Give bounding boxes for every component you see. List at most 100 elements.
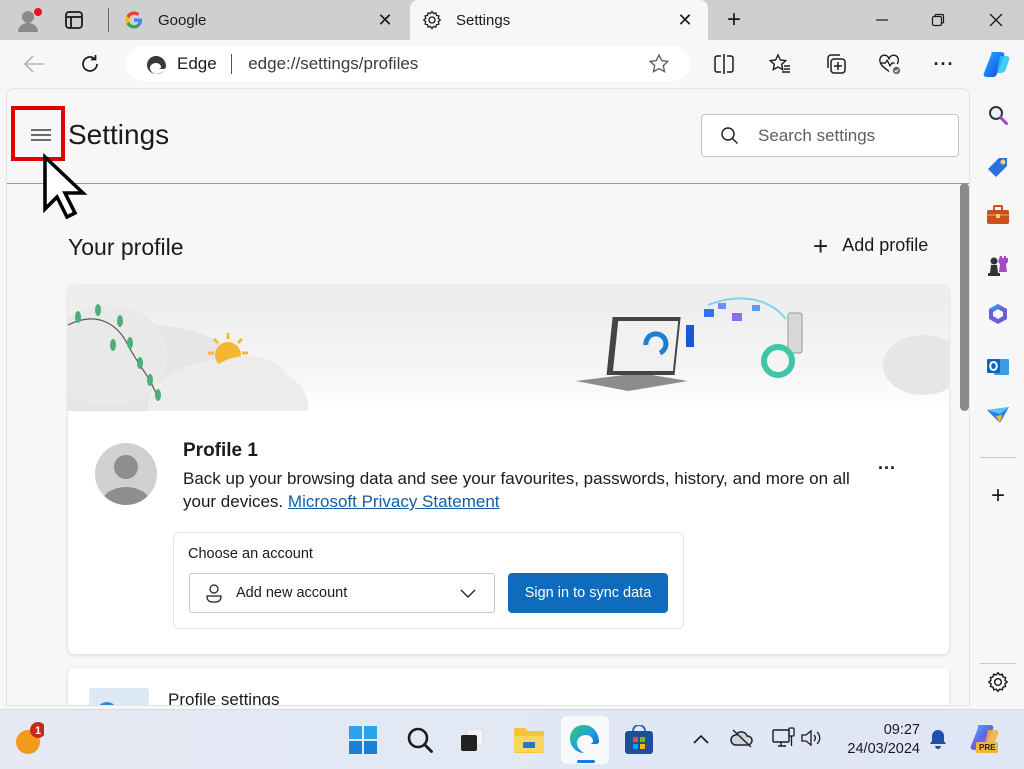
person-outline-icon bbox=[206, 584, 222, 603]
profile-settings-title: Profile settings bbox=[168, 690, 280, 706]
sidebar-shopping-button[interactable] bbox=[986, 154, 1010, 178]
sidebar-drop-button[interactable] bbox=[986, 403, 1010, 427]
restore-button[interactable] bbox=[926, 8, 950, 32]
clock-time: 09:27 bbox=[883, 722, 920, 738]
file-explorer-button[interactable] bbox=[513, 724, 545, 756]
add-profile-button[interactable]: + Add profile bbox=[813, 230, 929, 261]
start-button[interactable] bbox=[347, 724, 379, 756]
tab-actions-icon bbox=[65, 11, 83, 29]
close-window-button[interactable] bbox=[984, 8, 1008, 32]
heart-pulse-icon bbox=[879, 54, 901, 75]
sidebar-settings-button[interactable] bbox=[986, 670, 1010, 694]
profile-avatar bbox=[95, 443, 157, 505]
clock[interactable]: 09:27 24/03/2024 bbox=[836, 721, 920, 759]
minimize-button[interactable] bbox=[870, 8, 894, 32]
taskbar-search-button[interactable] bbox=[404, 724, 436, 756]
section-title: Your profile bbox=[68, 234, 184, 260]
privacy-statement-link[interactable]: Microsoft Privacy Statement bbox=[288, 492, 500, 511]
close-tab-icon[interactable]: ✕ bbox=[676, 11, 694, 29]
sidebar-microsoft365-button[interactable] bbox=[986, 302, 1010, 326]
sidebar-search-button[interactable] bbox=[986, 103, 1010, 127]
minimize-icon bbox=[876, 19, 888, 21]
collections-icon bbox=[827, 54, 846, 74]
magnifier-icon bbox=[989, 106, 1008, 125]
more-menu-button[interactable]: ··· bbox=[932, 52, 956, 76]
address-bar[interactable]: Edge edge://settings/profiles bbox=[126, 46, 690, 81]
back-button[interactable] bbox=[22, 52, 46, 76]
new-tab-button[interactable]: + bbox=[722, 6, 746, 33]
onedrive-button[interactable] bbox=[730, 728, 754, 753]
weather-widget[interactable]: 1 bbox=[12, 722, 44, 754]
profile-card: Profile 1 Back up your browsing data and… bbox=[68, 285, 949, 654]
outlook-icon bbox=[987, 359, 1009, 375]
browser-essentials-button[interactable] bbox=[878, 52, 902, 76]
ethernet-icon bbox=[772, 727, 795, 747]
google-icon bbox=[124, 10, 144, 30]
close-icon bbox=[989, 13, 1003, 27]
collections-button[interactable] bbox=[824, 52, 848, 76]
profile-more-button[interactable]: ... bbox=[878, 453, 896, 474]
sign-in-sync-button[interactable]: Sign in to sync data bbox=[508, 573, 668, 613]
banner-illustration bbox=[68, 297, 949, 465]
search-icon bbox=[407, 727, 433, 753]
folder-icon bbox=[514, 728, 544, 753]
notifications-button[interactable] bbox=[928, 728, 948, 755]
settings-page: Settings Search settings Your profile + … bbox=[6, 88, 970, 706]
sidebar-games-button[interactable] bbox=[986, 253, 1010, 277]
profile-settings-card[interactable]: Profile settings bbox=[68, 668, 949, 706]
chevron-up-icon bbox=[693, 734, 709, 744]
tab-title: Google bbox=[158, 11, 207, 29]
bell-icon bbox=[930, 730, 946, 749]
scrollbar-thumb[interactable] bbox=[960, 183, 969, 411]
edge-logo-icon bbox=[570, 725, 599, 753]
tab-google[interactable]: Google ✕ bbox=[112, 0, 408, 40]
plus-icon: + bbox=[813, 230, 829, 261]
speaker-icon bbox=[801, 729, 821, 747]
choose-account-panel: Choose an account Add new account Sign i… bbox=[173, 532, 684, 629]
drop-paper-plane-icon bbox=[987, 407, 1009, 423]
add-profile-label: Add profile bbox=[842, 235, 929, 255]
store-button[interactable] bbox=[623, 724, 655, 756]
toolbox-icon bbox=[987, 205, 1009, 224]
sidebar-add-button[interactable]: + bbox=[986, 482, 1010, 509]
close-tab-icon[interactable]: ✕ bbox=[376, 11, 394, 29]
title-bar: Google ✕ Settings ✕ + bbox=[0, 0, 1024, 40]
refresh-button[interactable] bbox=[78, 52, 102, 76]
back-arrow-icon bbox=[23, 55, 44, 73]
volume-button[interactable] bbox=[800, 728, 824, 753]
person-icon bbox=[102, 455, 150, 505]
address-divider bbox=[230, 53, 233, 74]
onedrive-offline-icon bbox=[730, 729, 753, 748]
network-button[interactable] bbox=[772, 726, 796, 755]
add-favorite-button[interactable] bbox=[648, 53, 670, 75]
shopping-tag-icon bbox=[988, 158, 1007, 177]
task-view-icon bbox=[461, 728, 484, 751]
copilot-taskbar-button[interactable]: PRE bbox=[968, 722, 1002, 756]
windows-taskbar: 1 09:27 24/03/2024 PRE bbox=[0, 709, 1024, 769]
profile-icon bbox=[18, 8, 42, 32]
sidebar-outlook-button[interactable] bbox=[986, 354, 1010, 378]
task-view-button[interactable] bbox=[456, 724, 488, 756]
edge-logo-icon bbox=[146, 53, 168, 75]
account-dropdown[interactable]: Add new account bbox=[189, 573, 495, 613]
show-hidden-icons-button[interactable] bbox=[692, 732, 710, 750]
sidebar-divider bbox=[980, 457, 1016, 458]
profile-card-icon bbox=[99, 702, 115, 705]
split-screen-button[interactable] bbox=[712, 52, 736, 76]
favorites-button[interactable] bbox=[768, 52, 792, 76]
profile-avatar-button[interactable] bbox=[16, 6, 42, 34]
search-settings-input[interactable]: Search settings bbox=[701, 114, 959, 157]
gear-icon bbox=[987, 671, 1009, 693]
tab-actions-button[interactable] bbox=[64, 10, 84, 30]
copilot-button[interactable] bbox=[982, 50, 1012, 78]
divider bbox=[108, 8, 109, 32]
sign-in-label: Sign in to sync data bbox=[524, 585, 652, 601]
profile-name: Profile 1 bbox=[183, 440, 258, 461]
url-text[interactable]: edge://settings/profiles bbox=[248, 54, 418, 74]
tab-settings[interactable]: Settings ✕ bbox=[410, 0, 708, 40]
mouse-cursor-icon bbox=[43, 153, 88, 219]
edge-taskbar-button[interactable] bbox=[561, 716, 609, 764]
header-divider bbox=[7, 183, 969, 184]
sidebar-tools-button[interactable] bbox=[986, 203, 1010, 227]
microsoft-365-icon bbox=[989, 304, 1007, 324]
